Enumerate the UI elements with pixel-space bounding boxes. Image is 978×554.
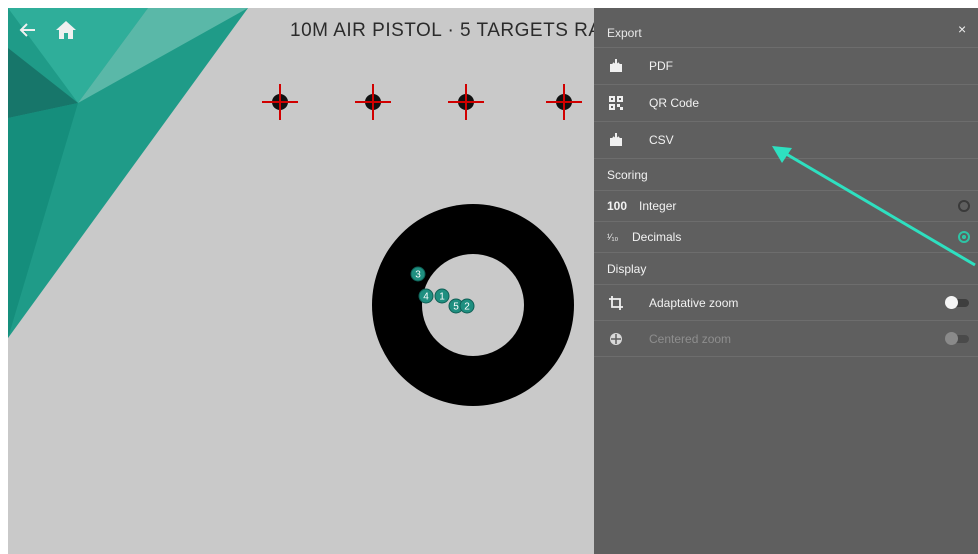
shot-number: 1 xyxy=(439,292,445,303)
export-heading: Export xyxy=(607,26,642,40)
integer-label: Integer xyxy=(639,199,677,213)
centered-zoom-toggle xyxy=(945,331,971,345)
arrow-left-icon xyxy=(19,23,35,37)
integer-radio[interactable] xyxy=(958,200,970,212)
export-qr-item[interactable]: QR Code xyxy=(594,84,978,121)
shot-number: 5 xyxy=(453,302,459,313)
scoring-decimals-option[interactable]: ¹⁄₁₀ Decimals xyxy=(594,221,978,252)
mini-target-4[interactable] xyxy=(546,84,582,120)
export-panel: Export × PDF QR Code CSV Scoring 100 Int… xyxy=(594,8,978,554)
shot-number: 2 xyxy=(464,302,470,313)
centered-zoom-label: Centered zoom xyxy=(649,331,732,346)
crosshair-icon xyxy=(608,331,624,347)
mini-target-2[interactable] xyxy=(355,84,391,120)
export-pdf-item[interactable]: PDF xyxy=(594,47,978,84)
main-target[interactable]: 34 15 2 xyxy=(372,204,574,406)
shot-marker: 4 xyxy=(418,288,434,304)
shot-number: 3 xyxy=(415,270,421,281)
decimals-radio[interactable] xyxy=(958,231,970,243)
export-csv-item[interactable]: CSV xyxy=(594,121,978,158)
crop-icon xyxy=(608,295,624,311)
export-csv-label: CSV xyxy=(649,133,674,147)
download-icon xyxy=(608,58,624,74)
home-icon xyxy=(56,21,76,39)
qr-code-icon xyxy=(608,95,624,111)
scoring-integer-option[interactable]: 100 Integer xyxy=(594,190,978,221)
mini-target-3[interactable] xyxy=(448,84,484,120)
back-button[interactable] xyxy=(14,16,42,44)
app-window: 10M AIR PISTOL · 5 TARGETS RAP 34152 Exp… xyxy=(8,8,978,554)
adaptative-zoom-label: Adaptative zoom xyxy=(649,295,739,310)
shot-marker: 2 xyxy=(459,298,475,314)
shot-number: 4 xyxy=(423,292,429,303)
download-icon xyxy=(608,132,624,148)
decimals-label: Decimals xyxy=(632,230,682,244)
export-pdf-label: PDF xyxy=(649,59,673,73)
page-title: 10M AIR PISTOL · 5 TARGETS RAP xyxy=(290,20,615,41)
scoring-section: Scoring xyxy=(594,158,978,190)
screen: 10M AIR PISTOL · 5 TARGETS RAP 34152 Exp… xyxy=(0,0,978,554)
shot-marker: 3 xyxy=(410,266,426,282)
panel-divider xyxy=(594,356,978,357)
mini-target-1[interactable] xyxy=(262,84,298,120)
centered-zoom-row: Centered zoom xyxy=(594,320,978,356)
adaptative-zoom-toggle[interactable] xyxy=(945,295,971,309)
integer-prefix: 100 xyxy=(607,199,628,213)
display-section: Display xyxy=(594,252,978,284)
decimals-prefix: ¹⁄₁₀ xyxy=(607,232,619,242)
scoring-heading: Scoring xyxy=(607,167,648,182)
export-qr-label: QR Code xyxy=(649,96,700,110)
adaptative-zoom-row[interactable]: Adaptative zoom xyxy=(594,284,978,320)
close-icon[interactable]: × xyxy=(958,21,966,37)
shot-marker: 1 xyxy=(434,288,450,304)
home-button[interactable] xyxy=(52,16,80,44)
display-heading: Display xyxy=(607,261,647,276)
